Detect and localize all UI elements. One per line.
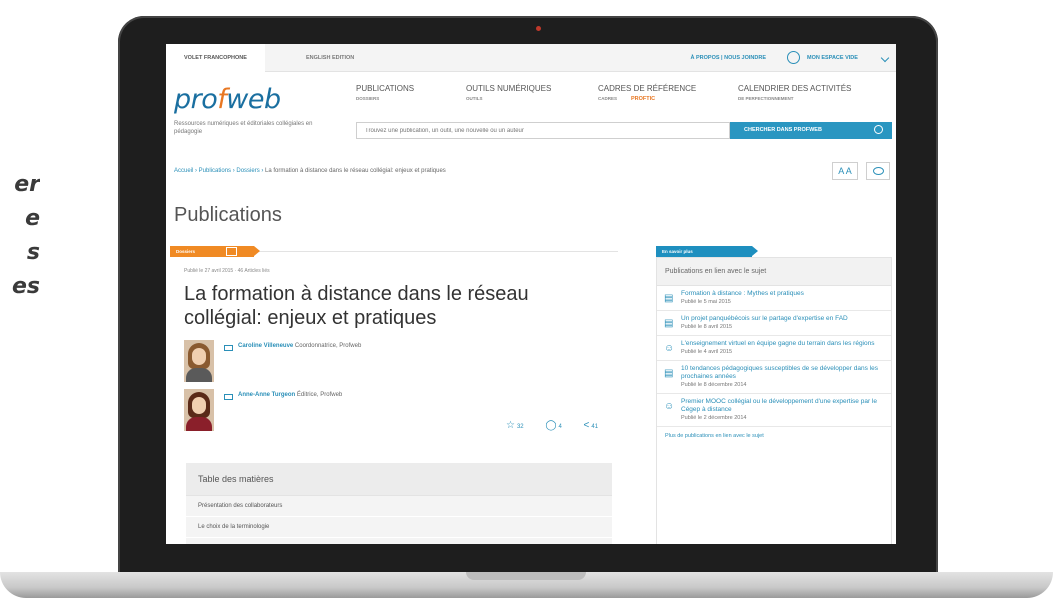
author-role: Éditrice, Profweb [296,392,343,398]
avatar [184,389,214,431]
text-size-button[interactable]: A A [832,162,858,180]
related-item[interactable]: ▤ Formation à distance : Mythes et pratiq… [657,286,891,311]
article-meta: Publié le 27 avril 2015 · 46 Articles li… [184,268,270,274]
page-title: Publications [174,204,282,226]
browser-screen: Volet francophone English edition À prop… [166,44,896,544]
category-tag-label: Dossiers [176,249,196,254]
sidebar-heading: Publications en lien avec le sujet [657,258,891,286]
side-text-line: er [14,172,40,197]
author-name[interactable]: Caroline Villeneuve Coordonnatrice, Prof… [238,343,361,349]
nav-outils[interactable]: Outils numériques Outils [466,84,551,104]
top-bar: Volet francophone English edition À prop… [166,44,896,72]
search-input[interactable] [356,122,730,139]
related-title[interactable]: 10 tendances pédagogiques susceptibles d… [681,365,883,381]
sidebar-ribbon: En savoir plus [656,246,758,257]
side-text-line: s [26,240,40,265]
related-title[interactable]: Premier MOOC collégial ou le développeme… [681,398,883,414]
cropped-side-text: er e s es [0,168,40,304]
related-date: Publié le 8 décembre 2014 [681,382,747,388]
related-item[interactable]: ☺ L'enseignement virtuel en équipe gagne … [657,336,891,361]
author-card: Caroline Villeneuve Coordonnatrice, Prof… [184,340,484,384]
related-date: Publié le 8 avril 2015 [681,324,733,330]
contrast-button[interactable] [866,162,890,180]
nav-label: Calendrier des activités [738,84,852,93]
table-of-contents: Table des matières Présentation des coll… [186,463,612,544]
toc-item[interactable]: Présentation des collaborateurs [186,496,612,517]
people-icon: ☺ [664,401,675,412]
related-title[interactable]: L'enseignement virtuel en équipe gagne d… [681,340,883,348]
document-icon: ▤ [664,318,674,329]
toc-item[interactable]: Le choix de la terminologie [186,517,612,538]
related-date: Publié le 4 avril 2015 [681,349,733,355]
nav-label: Cadres de référence [598,84,697,93]
laptop-notch [466,572,586,580]
site-tagline: Ressources numériques et éditoriales col… [174,121,313,135]
top-links[interactable]: À propos | Nous joindre [691,44,767,72]
share-icon: < [583,420,590,431]
side-text-line: es [11,274,40,299]
related-sidebar: Publications en lien avec le sujet ▤ Form… [656,257,892,544]
share-bar: ☆ 32 ◯ 4 <41 [506,420,618,431]
article-title: La formation à distance dans le réseau c… [184,283,529,329]
mail-icon[interactable] [224,345,233,351]
search-button[interactable]: Chercher dans Profweb [730,122,892,139]
related-date: Publié le 2 décembre 2014 [681,415,747,421]
more-related-link[interactable]: Plus de publications en lien avec le suj… [657,427,891,445]
chevron-down-icon[interactable] [880,53,890,63]
related-item[interactable]: ▤ 10 tendances pédagogiques susceptibles … [657,361,891,394]
nav-sub: de perfectionnement [738,96,794,101]
nav-publications[interactable]: Publications Dossiers [356,84,414,104]
nav-cadres[interactable]: Cadres de référence Cadres ProfTIC [598,84,696,104]
related-title[interactable]: Un projet panquébécois sur le partage d'… [681,315,883,323]
related-date: Publié le 5 mai 2015 [681,299,731,305]
favorite-button[interactable]: ☆ 32 [506,420,534,431]
comment-icon: ◯ [545,420,557,431]
nav-calendrier[interactable]: Calendrier des activités de perfectionnem… [738,84,851,104]
tab-english[interactable]: English edition [288,44,372,72]
user-space-link[interactable]: Mon espace vide [807,44,858,72]
logo-accent: f [217,84,227,115]
category-tag[interactable]: Dossiers [170,246,260,257]
related-item[interactable]: ▤ Un projet panquébécois sur le partage d… [657,311,891,336]
document-icon: ▤ [664,368,674,379]
author-card: Anne-Anne Turgeon Éditrice, Profweb [184,389,484,433]
proftic-badge: ProfTIC [631,96,656,102]
laptop-camera [536,26,541,31]
avatar [184,340,214,382]
related-title[interactable]: Formation à distance : Mythes et pratiqu… [681,290,883,298]
folder-icon [226,247,237,256]
share-button[interactable]: <41 [584,420,609,431]
nav-sub: Dossiers [356,96,380,101]
nav-sub: Cadres ProfTIC [598,96,656,102]
breadcrumb-trail[interactable]: Accueil › Publications › Dossiers › [174,168,265,174]
author-role: Coordonnatrice, Profweb [294,343,362,349]
user-icon[interactable] [787,51,800,64]
author-name[interactable]: Anne-Anne Turgeon Éditrice, Profweb [238,392,342,398]
logo-part: pro [174,84,218,115]
search-button-label: Chercher dans Profweb [744,127,822,133]
comment-button[interactable]: ◯ 4 [545,420,572,431]
toc-title: Table des matières [186,463,612,496]
nav-sub: Outils [466,96,483,101]
profweb-logo[interactable]: profweb [174,84,281,115]
tab-francophone[interactable]: Volet francophone [166,44,265,72]
document-icon: ▤ [664,293,674,304]
people-icon: ☺ [664,343,675,354]
nav-label: Publications [356,84,415,93]
side-text-line: e [25,206,40,231]
logo-part: web [226,84,281,115]
search-icon [874,125,883,134]
star-icon: ☆ [506,420,515,431]
related-item[interactable]: ☺ Premier MOOC collégial ou le développem… [657,394,891,427]
breadcrumb-current: La formation à distance dans le réseau c… [265,168,446,174]
nav-label: Outils numériques [466,84,552,93]
mail-icon[interactable] [224,394,233,400]
eye-icon [873,167,884,175]
breadcrumb: Accueil › Publications › Dossiers › La f… [174,168,446,174]
